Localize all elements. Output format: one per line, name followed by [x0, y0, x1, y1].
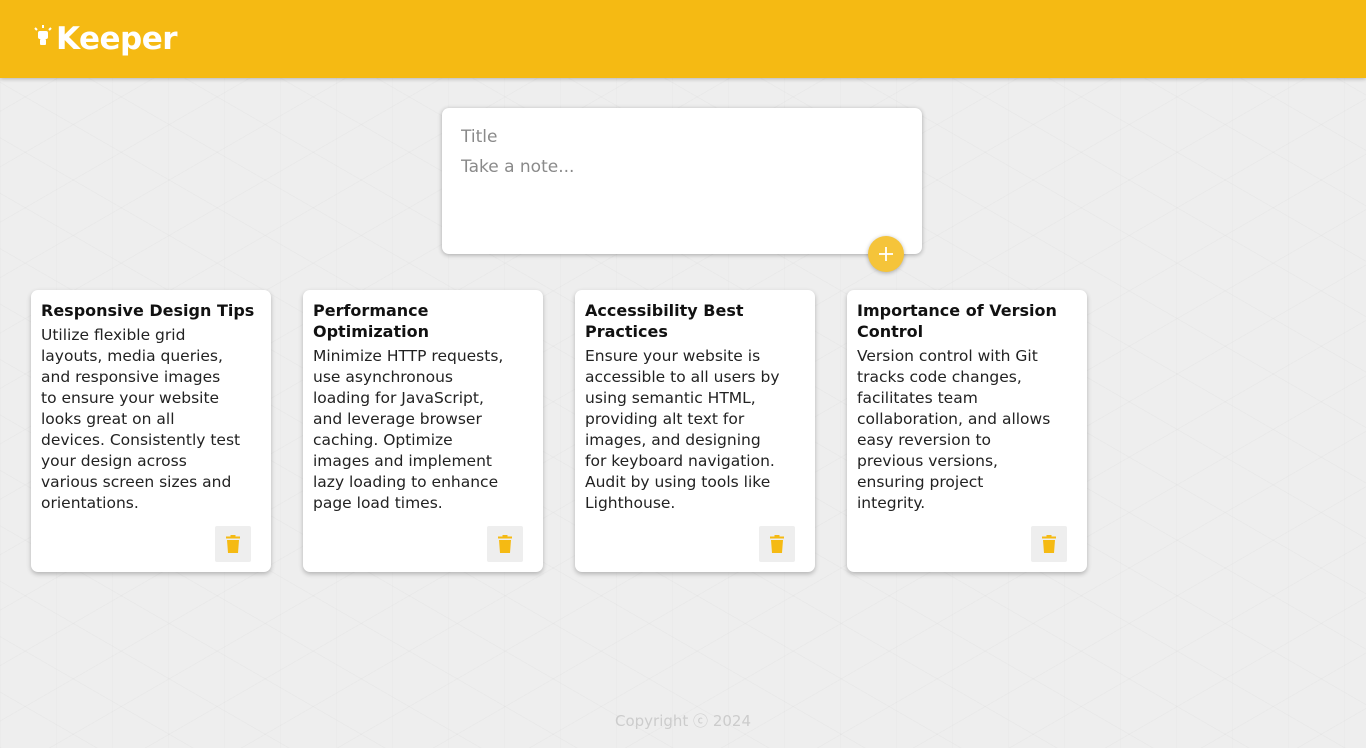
note-content: Minimize HTTP requests, use asynchronous… [313, 347, 504, 512]
trash-icon [1042, 535, 1056, 553]
delete-note-button[interactable] [759, 526, 795, 562]
note-content: Version control with Git tracks code cha… [857, 347, 1051, 512]
note-content: Utilize flexible grid layouts, media que… [41, 326, 241, 512]
note-content-input[interactable] [461, 157, 903, 217]
footer: Copyright ⓒ 2024 [0, 710, 1366, 731]
note-title: Accessibility Best Practices [585, 301, 744, 341]
note-card: Importance of Version Control Version co… [847, 290, 1087, 572]
copyright-text: Copyright ⓒ 2024 [614, 712, 751, 730]
trash-icon [770, 535, 784, 553]
plus-icon [879, 247, 893, 261]
note-title-input[interactable] [461, 127, 903, 147]
app-brand: Keeper [56, 21, 178, 57]
trash-icon [226, 535, 240, 553]
app-header: Keeper [0, 0, 1366, 78]
note-card: Performance Optimization Minimize HTTP r… [303, 290, 543, 572]
note-composer [442, 108, 922, 254]
delete-note-button[interactable] [215, 526, 251, 562]
delete-note-button[interactable] [1031, 526, 1067, 562]
lightbulb-icon [34, 25, 52, 45]
delete-note-button[interactable] [487, 526, 523, 562]
note-title: Importance of Version Control [857, 301, 1057, 341]
note-content: Ensure your website is accessible to all… [585, 347, 780, 512]
note-title: Performance Optimization [313, 301, 429, 341]
note-title: Responsive Design Tips [41, 301, 255, 320]
trash-icon [498, 535, 512, 553]
note-card: Responsive Design Tips Utilize flexible … [31, 290, 271, 572]
add-note-button[interactable] [868, 236, 904, 272]
note-card: Accessibility Best Practices Ensure your… [575, 290, 815, 572]
